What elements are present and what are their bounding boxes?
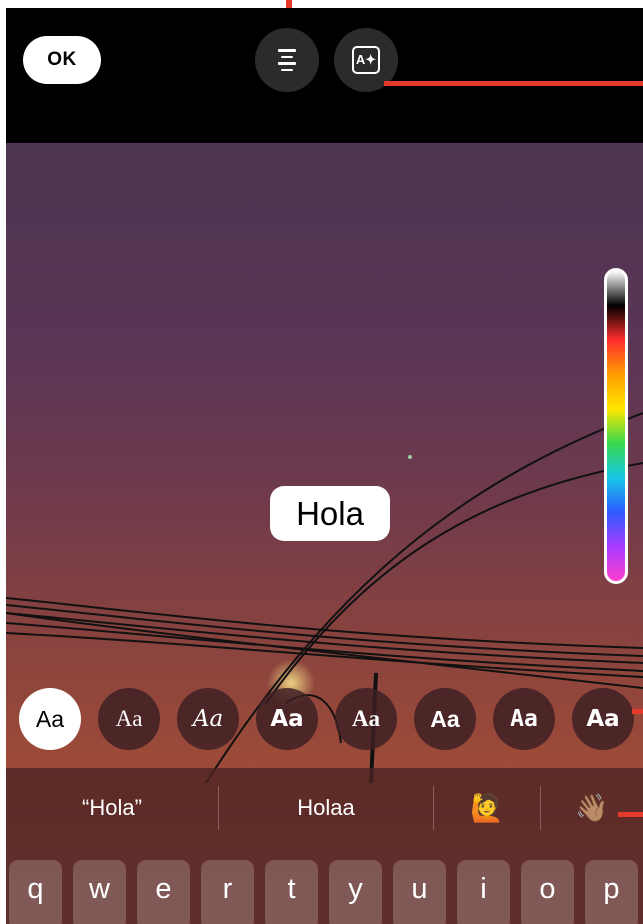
key-y[interactable]: y [329,860,382,924]
key-i[interactable]: i [457,860,510,924]
font-style-classic[interactable]: Aa [19,688,81,750]
annotation-line-emoji [618,812,643,817]
keyboard: q w e r t y u i o p [6,848,643,924]
suggestion-quoted[interactable]: “Hola” [6,768,218,848]
key-o[interactable]: o [521,860,574,924]
ok-button[interactable]: OK [23,36,101,84]
key-w[interactable]: w [73,860,126,924]
key-u[interactable]: u [393,860,446,924]
suggestion-word[interactable]: Holaa [219,768,433,848]
font-style-slab[interactable]: Aa [493,688,555,750]
font-style-modern-bold[interactable]: Aa [256,688,318,750]
text-sticker[interactable]: Hola [270,486,390,541]
font-style-strong[interactable]: Aa [414,688,476,750]
font-style-serif[interactable]: Aa [98,688,160,750]
align-center-icon [278,49,296,71]
key-e[interactable]: e [137,860,190,924]
editor-top-bar: OK A✦ [6,8,643,143]
text-align-button[interactable] [255,28,319,92]
font-style-typewriter[interactable]: Aa [335,688,397,750]
key-r[interactable]: r [201,860,254,924]
color-picker-slider[interactable] [604,268,628,584]
key-q[interactable]: q [9,860,62,924]
font-style-rounded[interactable]: Aa [572,688,634,750]
key-p[interactable]: p [585,860,638,924]
suggestion-emoji-waving-hand[interactable]: 👋🏽 [541,768,643,848]
text-effect-icon: A✦ [352,46,380,74]
font-style-script[interactable]: Aa [177,688,239,750]
key-t[interactable]: t [265,860,318,924]
suggestion-emoji-raising-hand[interactable]: 🙋 [434,768,540,848]
annotation-line-effect [384,81,643,86]
keyboard-suggestion-bar: “Hola” Holaa 🙋 👋🏽 [6,768,643,848]
font-style-picker: Aa Aa Aa Aa Aa Aa Aa Aa [6,683,643,761]
annotation-line-font [632,709,643,714]
story-text-editor: OK A✦ Hola Aa Aa Aa Aa Aa Aa Aa Aa “Hola… [6,8,643,924]
